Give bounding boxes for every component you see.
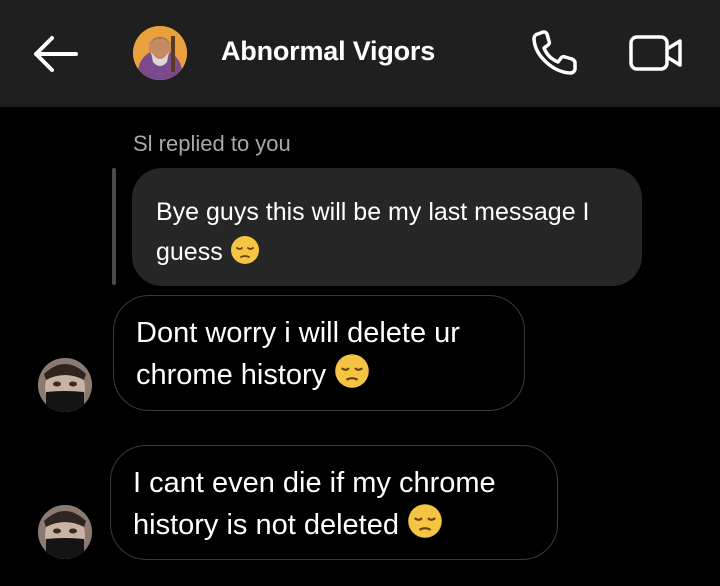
pensive-face-icon bbox=[335, 354, 370, 388]
phone-icon bbox=[532, 30, 577, 75]
message-text: Dont worry i will delete ur chrome histo… bbox=[136, 317, 460, 391]
arrow-left-icon bbox=[34, 36, 78, 72]
chat-title[interactable]: Abnormal Vigors bbox=[221, 36, 435, 67]
chat-header: Abnormal Vigors bbox=[0, 0, 720, 107]
pensive-face-icon bbox=[230, 236, 259, 264]
message-bubble[interactable]: I cant even die if my chrome history is … bbox=[110, 445, 558, 560]
video-camera-icon bbox=[629, 35, 682, 71]
pensive-face-icon bbox=[408, 504, 442, 538]
quoted-message-text: Bye guys this will be my last message I … bbox=[156, 198, 590, 266]
group-avatar[interactable] bbox=[133, 26, 187, 80]
reply-quote-bar bbox=[112, 168, 116, 285]
sender-avatar-image bbox=[38, 505, 92, 559]
quoted-message-bubble[interactable]: Bye guys this will be my last message I … bbox=[132, 168, 642, 286]
back-button[interactable] bbox=[30, 30, 82, 78]
sender-avatar[interactable] bbox=[38, 505, 92, 559]
group-avatar-image bbox=[133, 26, 187, 80]
voice-call-button[interactable] bbox=[529, 28, 583, 78]
reply-context-label: Sl replied to you bbox=[133, 131, 291, 156]
sender-avatar[interactable] bbox=[38, 358, 92, 412]
video-call-button[interactable] bbox=[628, 30, 684, 76]
message-bubble[interactable]: Dont worry i will delete ur chrome histo… bbox=[113, 295, 525, 411]
sender-avatar-image bbox=[38, 358, 92, 412]
